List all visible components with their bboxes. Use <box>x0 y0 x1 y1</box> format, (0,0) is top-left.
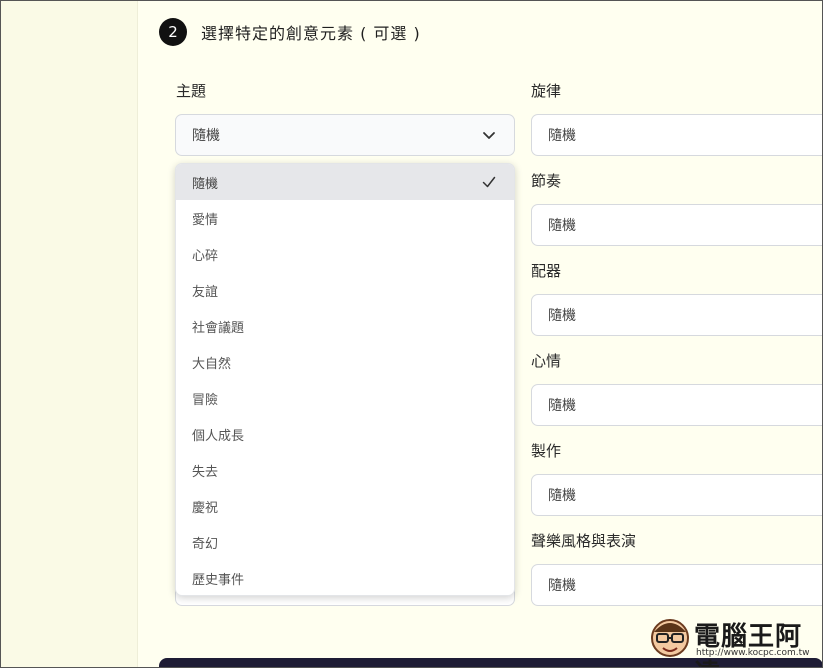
option-label: 大自然 <box>192 356 232 372</box>
production-label: 製作 <box>531 442 562 460</box>
step-title: 選擇特定的創意元素 ( 可選 ) <box>201 24 421 43</box>
option-label: 心碎 <box>192 248 219 264</box>
option-label: 愛情 <box>192 212 219 228</box>
theme-option-heartbreak[interactable]: 心碎 <box>176 236 514 272</box>
vocal-style-select[interactable]: 隨機 <box>531 564 823 606</box>
theme-option-love[interactable]: 愛情 <box>176 200 514 236</box>
theme-dropdown-list: 隨機 愛情 心碎 友誼 社會議題 大自然 冒險 個人成長 失去 慶祝 奇幻 歷史… <box>175 163 515 596</box>
instrumentation-select[interactable]: 隨機 <box>531 294 823 336</box>
production-select[interactable]: 隨機 <box>531 474 823 516</box>
mood-label: 心情 <box>531 352 562 370</box>
left-margin <box>1 0 137 668</box>
rhythm-select-value: 隨機 <box>548 218 576 234</box>
instrumentation-label: 配器 <box>531 262 562 280</box>
option-label: 個人成長 <box>192 428 245 444</box>
theme-option-social-issues[interactable]: 社會議題 <box>176 308 514 344</box>
theme-option-historical-events[interactable]: 歷史事件 <box>176 560 514 595</box>
watermark: 電腦王阿達 http://www.kocpc.com.tw <box>648 612 818 668</box>
rhythm-label: 節奏 <box>531 172 562 190</box>
option-label: 失去 <box>192 464 219 480</box>
step-number-badge: 2 <box>159 18 187 46</box>
theme-option-celebration[interactable]: 慶祝 <box>176 488 514 524</box>
theme-option-friendship[interactable]: 友誼 <box>176 272 514 308</box>
mood-select[interactable]: 隨機 <box>531 384 823 426</box>
melody-label: 旋律 <box>531 82 562 100</box>
option-label: 慶祝 <box>192 500 219 516</box>
production-select-value: 隨機 <box>548 488 576 504</box>
step-header: 2 選擇特定的創意元素 ( 可選 ) <box>159 18 421 46</box>
rhythm-select[interactable]: 隨機 <box>531 204 823 246</box>
theme-select-value: 隨機 <box>192 128 220 144</box>
theme-option-random[interactable]: 隨機 <box>176 164 514 200</box>
melody-select-value: 隨機 <box>548 128 576 144</box>
option-label: 奇幻 <box>192 536 219 552</box>
chevron-down-icon <box>483 132 495 139</box>
theme-label: 主題 <box>176 82 207 100</box>
theme-option-adventure[interactable]: 冒險 <box>176 380 514 416</box>
theme-select[interactable]: 隨機 <box>175 114 515 156</box>
instrumentation-select-value: 隨機 <box>548 308 576 324</box>
theme-option-personal-growth[interactable]: 個人成長 <box>176 416 514 452</box>
vocal-style-label: 聲樂風格與表演 <box>531 532 637 550</box>
melody-select[interactable]: 隨機 <box>531 114 823 156</box>
option-label: 社會議題 <box>192 320 245 336</box>
mood-select-value: 隨機 <box>548 398 576 414</box>
vocal-style-select-value: 隨機 <box>548 578 576 594</box>
theme-option-loss[interactable]: 失去 <box>176 452 514 488</box>
option-label: 隨機 <box>192 176 219 192</box>
option-label: 冒險 <box>192 392 219 408</box>
option-label: 友誼 <box>192 284 219 300</box>
theme-option-fantasy[interactable]: 奇幻 <box>176 524 514 560</box>
watermark-url: http://www.kocpc.com.tw <box>696 648 810 658</box>
check-icon <box>482 176 496 188</box>
mascot-face-icon <box>651 619 689 657</box>
option-label: 歷史事件 <box>192 572 245 588</box>
watermark-name: 電腦王阿達 <box>694 622 803 668</box>
theme-option-nature[interactable]: 大自然 <box>176 344 514 380</box>
